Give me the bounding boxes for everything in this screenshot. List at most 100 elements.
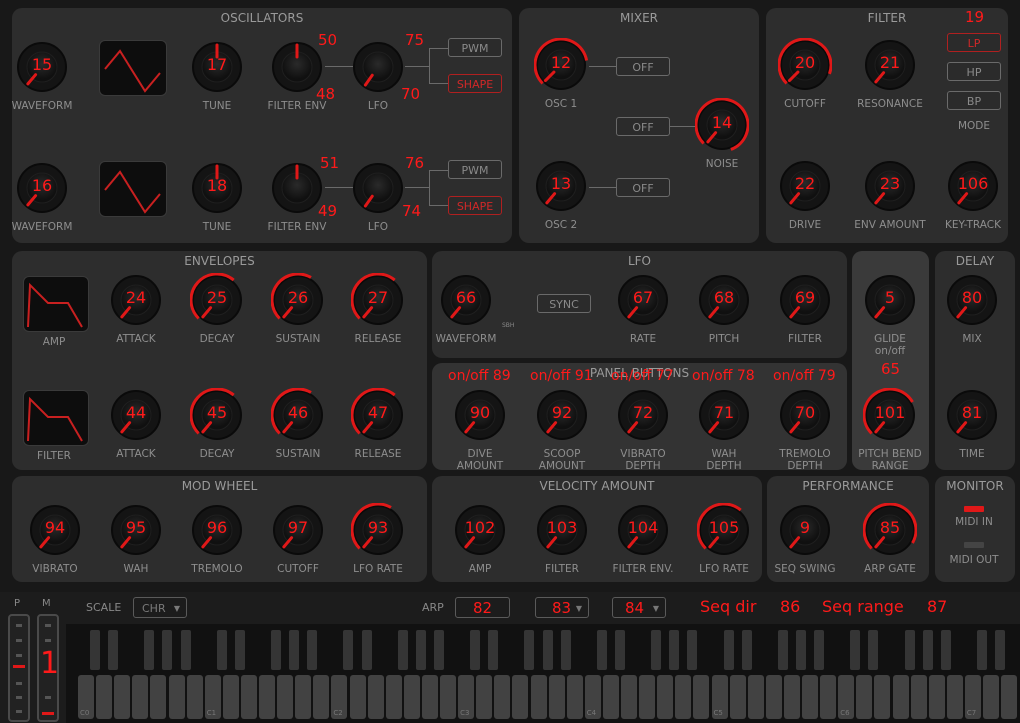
arp-range-select[interactable]: 84 ▼ bbox=[612, 597, 666, 618]
knob-arp-gate-47[interactable]: 85 bbox=[863, 503, 917, 557]
black-key[interactable] bbox=[524, 630, 535, 670]
knob-attack-20[interactable]: 44 bbox=[109, 388, 163, 442]
white-key[interactable]: C0 bbox=[78, 675, 94, 719]
white-key[interactable]: C4 bbox=[584, 675, 601, 719]
black-key[interactable] bbox=[995, 630, 1005, 670]
black-key[interactable] bbox=[415, 630, 426, 670]
black-key[interactable] bbox=[795, 630, 806, 670]
filter-bp-button[interactable]: BP bbox=[947, 91, 1001, 110]
osc1-mix-off-button[interactable]: OFF bbox=[616, 57, 670, 76]
white-key[interactable] bbox=[222, 675, 239, 719]
white-key[interactable] bbox=[512, 675, 529, 719]
black-key[interactable] bbox=[542, 630, 553, 670]
white-key[interactable]: C3 bbox=[458, 675, 475, 719]
white-key[interactable] bbox=[313, 675, 330, 719]
knob-cutoff-40[interactable]: 97 bbox=[271, 503, 325, 557]
white-key[interactable] bbox=[1001, 675, 1018, 719]
white-key[interactable] bbox=[765, 675, 782, 719]
white-key[interactable] bbox=[403, 675, 420, 719]
black-key[interactable] bbox=[361, 630, 372, 670]
knob-lfo-7[interactable] bbox=[351, 161, 405, 215]
white-key[interactable] bbox=[259, 675, 275, 719]
knob-resonance-12[interactable]: 21 bbox=[863, 38, 917, 92]
black-key[interactable] bbox=[850, 630, 861, 670]
white-key[interactable] bbox=[168, 675, 185, 719]
black-key[interactable] bbox=[868, 630, 879, 670]
knob-decay-21[interactable]: 45 bbox=[190, 388, 244, 442]
osc1-shape-button[interactable]: SHAPE bbox=[448, 74, 502, 93]
white-key[interactable] bbox=[96, 675, 113, 719]
knob-dive-amount-32[interactable]: 90 bbox=[453, 388, 507, 442]
knob-wah-depth-35[interactable]: 71 bbox=[697, 388, 751, 442]
knob-amp-42[interactable]: 102 bbox=[453, 503, 507, 557]
knob-tune-1[interactable]: 17 bbox=[190, 40, 244, 94]
knob-release-19[interactable]: 27 bbox=[351, 273, 405, 327]
white-key[interactable] bbox=[530, 675, 547, 719]
arp-direction-select[interactable]: 83 ▼ bbox=[535, 597, 589, 618]
filter-lp-button[interactable]: LP bbox=[947, 33, 1001, 52]
white-key[interactable] bbox=[240, 675, 257, 719]
knob-key-track-15[interactable]: 106 bbox=[946, 159, 1000, 213]
white-key[interactable]: C6 bbox=[838, 675, 855, 719]
knob-osc-2-10[interactable]: 13 bbox=[534, 159, 588, 213]
white-key[interactable] bbox=[150, 675, 167, 719]
black-key[interactable] bbox=[976, 630, 987, 670]
knob-time-31[interactable]: 81 bbox=[945, 388, 999, 442]
lfo-sync-button[interactable]: SYNC bbox=[537, 294, 591, 313]
knob-tremolo-depth-36[interactable]: 70 bbox=[778, 388, 832, 442]
black-key[interactable] bbox=[488, 630, 499, 670]
arp-mode-select[interactable]: 82 bbox=[455, 597, 510, 618]
black-key[interactable] bbox=[397, 630, 408, 670]
white-key[interactable] bbox=[132, 675, 149, 719]
white-key[interactable] bbox=[421, 675, 438, 719]
knob-glide-on-off-28[interactable]: 5 bbox=[863, 273, 917, 327]
white-key[interactable] bbox=[566, 675, 583, 719]
osc2-shape-button[interactable]: SHAPE bbox=[448, 196, 502, 215]
knob-sustain-18[interactable]: 26 bbox=[271, 273, 325, 327]
knob-vibrato-37[interactable]: 94 bbox=[28, 503, 82, 557]
knob-tune-5[interactable]: 18 bbox=[190, 161, 244, 215]
knob-drive-13[interactable]: 22 bbox=[778, 159, 832, 213]
black-key[interactable] bbox=[216, 630, 227, 670]
black-key[interactable] bbox=[180, 630, 191, 670]
black-key[interactable] bbox=[289, 630, 300, 670]
white-key[interactable] bbox=[820, 675, 837, 719]
white-key[interactable] bbox=[602, 675, 619, 719]
white-key[interactable] bbox=[693, 675, 710, 719]
white-key[interactable] bbox=[892, 675, 909, 719]
knob-pitch-26[interactable]: 68 bbox=[697, 273, 751, 327]
knob-sustain-22[interactable]: 46 bbox=[271, 388, 325, 442]
black-key[interactable] bbox=[940, 630, 951, 670]
black-key[interactable] bbox=[651, 630, 662, 670]
white-key[interactable] bbox=[910, 675, 927, 719]
white-key[interactable] bbox=[548, 675, 565, 719]
knob-lfo-rate-41[interactable]: 93 bbox=[351, 503, 405, 557]
knob-decay-17[interactable]: 25 bbox=[190, 273, 244, 327]
knob-env-amount-14[interactable]: 23 bbox=[863, 159, 917, 213]
black-key[interactable] bbox=[271, 630, 281, 670]
black-key[interactable] bbox=[234, 630, 245, 670]
white-key[interactable] bbox=[367, 675, 384, 719]
white-key[interactable] bbox=[729, 675, 746, 719]
white-key[interactable] bbox=[856, 675, 873, 719]
knob-filter-env--44[interactable]: 104 bbox=[616, 503, 670, 557]
knob-filter-env-6[interactable] bbox=[270, 161, 324, 215]
knob-vibrato-depth-34[interactable]: 72 bbox=[616, 388, 670, 442]
white-key[interactable] bbox=[675, 675, 692, 719]
knob-scoop-amount-33[interactable]: 92 bbox=[535, 388, 589, 442]
white-key[interactable]: C5 bbox=[711, 675, 728, 719]
white-key[interactable] bbox=[494, 675, 511, 719]
filter-hp-button[interactable]: HP bbox=[947, 62, 1001, 81]
white-key[interactable] bbox=[928, 675, 945, 719]
knob-lfo-3[interactable] bbox=[351, 40, 405, 94]
black-key[interactable] bbox=[741, 630, 752, 670]
black-key[interactable] bbox=[669, 630, 680, 670]
mod-wheel[interactable]: 1 bbox=[37, 614, 59, 722]
knob-seq-swing-46[interactable]: 9 bbox=[778, 503, 832, 557]
white-key[interactable] bbox=[657, 675, 674, 719]
white-key[interactable] bbox=[639, 675, 656, 719]
white-key[interactable] bbox=[186, 675, 203, 719]
scale-select[interactable]: CHR ▼ bbox=[133, 597, 187, 618]
knob-filter-43[interactable]: 103 bbox=[535, 503, 589, 557]
white-key[interactable] bbox=[946, 675, 963, 719]
